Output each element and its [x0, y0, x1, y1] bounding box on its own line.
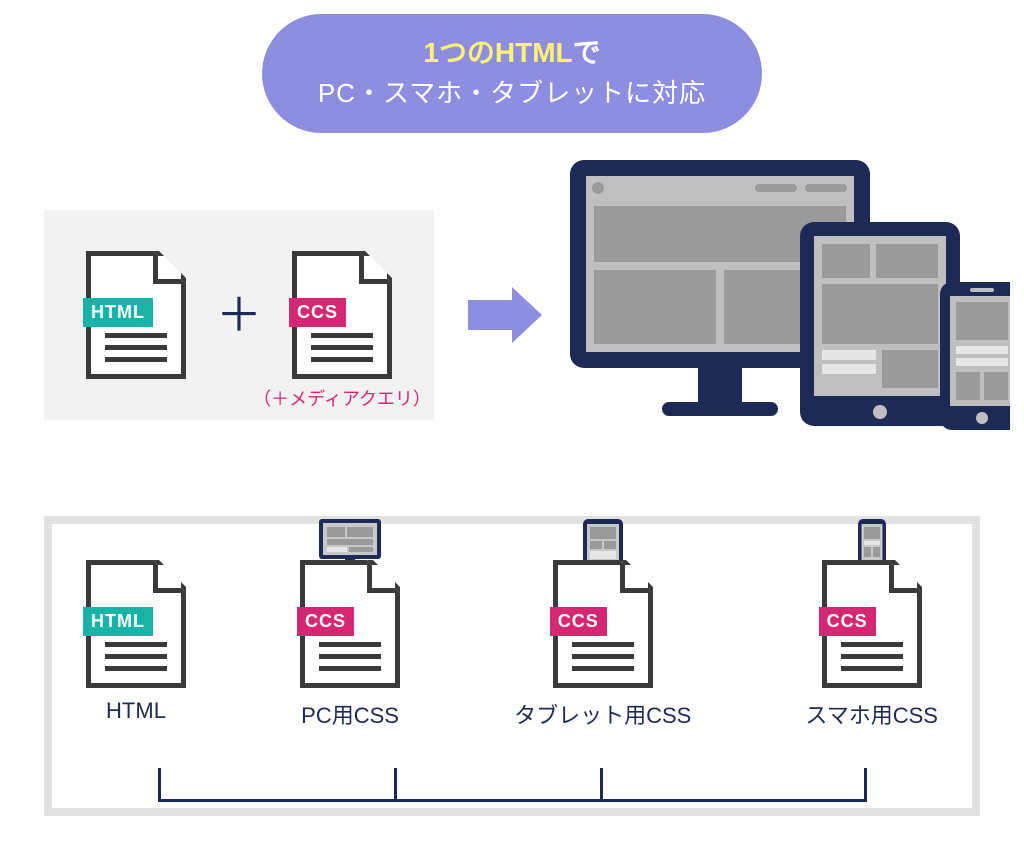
- title-pill: 1つのHTMLで PC・スマホ・タブレットに対応: [262, 14, 762, 133]
- ccs-file-icon: CCS: [822, 560, 922, 688]
- title-rest: で: [573, 37, 601, 68]
- html-badge: HTML: [83, 298, 153, 327]
- title-emphasis: 1つのHTML: [423, 37, 572, 68]
- caption: PC用CSS: [301, 698, 399, 730]
- html-file-icon: HTML: [86, 560, 186, 688]
- title-line-1: 1つのHTMLで: [302, 34, 722, 72]
- html-file-icon: HTML: [86, 251, 186, 379]
- bottom-panel: HTML HTML CCS PC用CSS CCS タブレット用CSS: [44, 516, 980, 816]
- phone-icon: [940, 282, 1010, 430]
- connector-bracket: [158, 768, 867, 802]
- column-PC用CSS: CCS PC用CSS: [300, 560, 400, 730]
- column-HTML: HTML HTML: [86, 560, 186, 724]
- tablet-icon: [800, 222, 960, 426]
- caption: タブレット用CSS: [514, 698, 691, 730]
- bottom-columns: HTML HTML CCS PC用CSS CCS タブレット用CSS: [52, 524, 972, 754]
- ccs-file-icon: CCS: [553, 560, 653, 688]
- ccs-file-icon: CCS: [300, 560, 400, 688]
- plus-sign: ＋: [216, 292, 262, 338]
- arrow-icon: [468, 287, 542, 343]
- ccs-badge: CCS: [297, 607, 354, 636]
- column-タブレット用CSS: CCS タブレット用CSS: [514, 560, 691, 730]
- title-line-2: PC・スマホ・タブレットに対応: [302, 76, 722, 111]
- ccs-badge: CCS: [819, 607, 876, 636]
- caption: スマホ用CSS: [805, 698, 938, 730]
- ccs-badge: CCS: [550, 607, 607, 636]
- devices-cluster: [570, 160, 1000, 440]
- ccs-file-icon: CCS （＋メディアクエリ）: [292, 251, 392, 379]
- column-スマホ用CSS: CCS スマホ用CSS: [805, 560, 938, 730]
- media-query-note: （＋メディアクエリ）: [253, 385, 431, 411]
- middle-row: HTML ＋ CCS （＋メディアクエリ）: [44, 190, 1000, 440]
- caption: HTML: [106, 698, 166, 724]
- html-badge: HTML: [83, 607, 153, 636]
- ccs-badge: CCS: [289, 298, 346, 327]
- equation-box: HTML ＋ CCS （＋メディアクエリ）: [44, 210, 434, 420]
